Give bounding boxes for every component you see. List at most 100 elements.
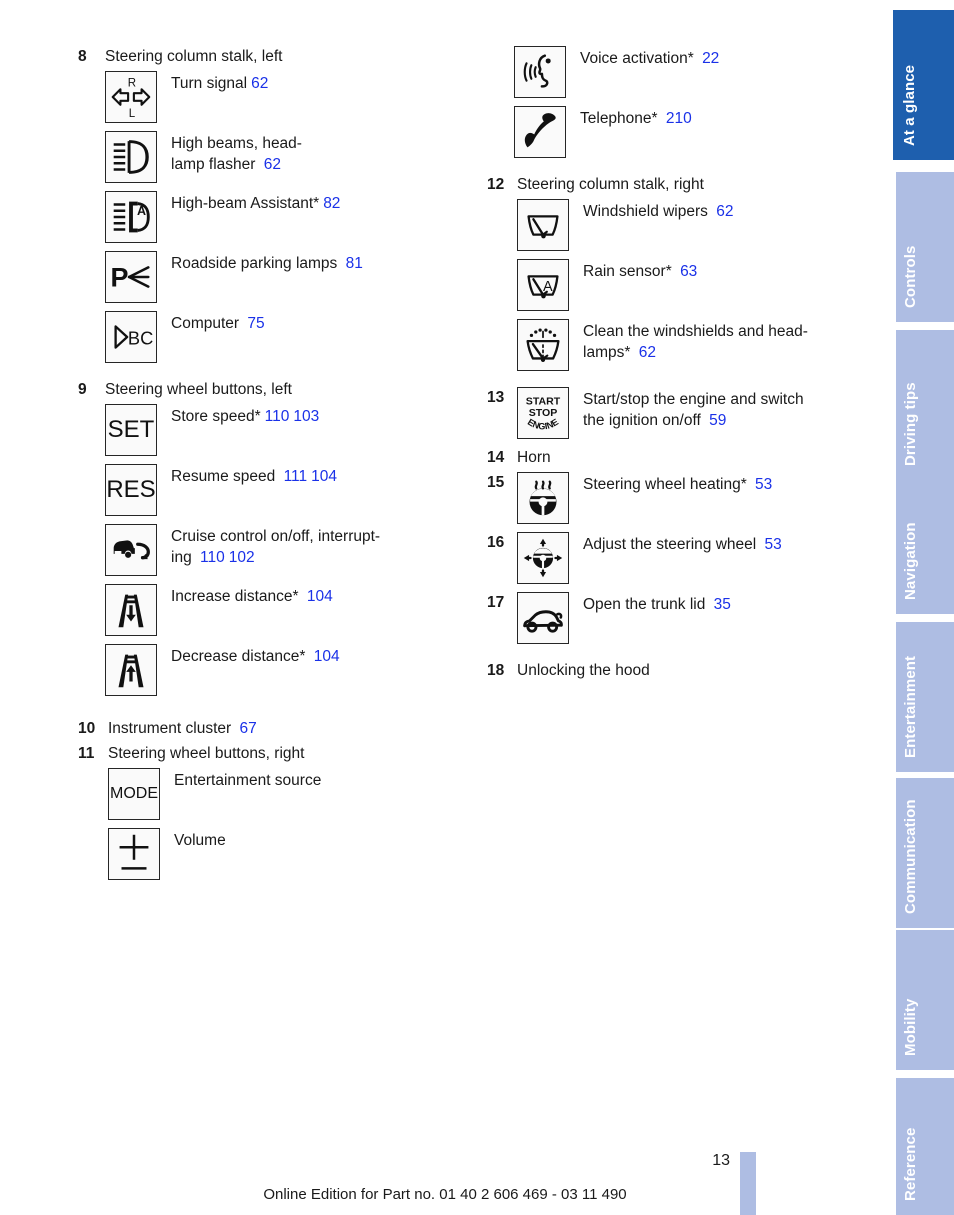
steering-wheel-heating-icon bbox=[517, 472, 569, 524]
label-text: Rain sensor* bbox=[583, 263, 672, 280]
windshield-wipers-icon bbox=[517, 199, 569, 251]
tab-entertainment[interactable]: Entertainment bbox=[896, 622, 954, 772]
tab-mobility[interactable]: Mobility bbox=[896, 930, 954, 1070]
page-reference[interactable]: 53 bbox=[765, 536, 782, 553]
svg-text:L: L bbox=[129, 108, 136, 120]
entry-label: Unlocking the hood bbox=[517, 662, 650, 679]
page-reference[interactable]: 102 bbox=[229, 549, 255, 566]
page-reference[interactable]: 63 bbox=[680, 263, 697, 280]
item-roadside-parking-lamps: P Roadside parking lamps 81 bbox=[105, 251, 478, 303]
mode-button-icon: MODE bbox=[108, 768, 160, 820]
item-store-speed: SET Store speed* 110 103 bbox=[105, 404, 478, 456]
tab-label: At a glance bbox=[900, 64, 918, 146]
page-reference[interactable]: 59 bbox=[709, 412, 726, 429]
tab-at-a-glance[interactable]: At a glance bbox=[893, 10, 954, 160]
item-label: High-beam Assistant* 82 bbox=[157, 191, 478, 214]
page-reference[interactable]: 53 bbox=[755, 476, 772, 493]
tab-label: Mobility bbox=[902, 998, 919, 1056]
page-reference[interactable]: 62 bbox=[251, 75, 268, 92]
entry-number: 14 bbox=[487, 449, 505, 466]
item-label: Cruise control on/off, interrupt-ing 110… bbox=[157, 524, 478, 568]
page-reference[interactable]: 35 bbox=[714, 596, 731, 613]
svg-text:R: R bbox=[128, 77, 136, 89]
page-reference[interactable]: 110 bbox=[200, 549, 225, 566]
item-rain-sensor: A Rain sensor* 63 bbox=[517, 259, 887, 311]
open-trunk-lid-icon bbox=[517, 592, 569, 644]
entry-steering-wheel-heating: 15 Steering wheel heating* 53 bbox=[487, 472, 887, 524]
page-reference[interactable]: 81 bbox=[346, 255, 363, 272]
item-high-beams: High beams, head-lamp flasher 62 bbox=[105, 131, 478, 183]
page-reference[interactable]: 210 bbox=[666, 110, 692, 127]
item-label: Telephone* 210 bbox=[566, 106, 887, 129]
mode-glyph: MODE bbox=[110, 785, 158, 802]
page-reference[interactable]: 22 bbox=[702, 50, 719, 67]
page-reference[interactable]: 82 bbox=[323, 195, 340, 212]
page-reference[interactable]: 104 bbox=[307, 588, 333, 605]
clean-windshield-headlamps-icon bbox=[517, 319, 569, 371]
item-label: Increase distance* 104 bbox=[157, 584, 478, 607]
onboard-computer-icon: BC bbox=[105, 311, 157, 363]
item-resume-speed: RES Resume speed 111 104 bbox=[105, 464, 478, 516]
group-number: 8 bbox=[78, 48, 87, 65]
adjust-steering-wheel-icon bbox=[517, 532, 569, 584]
label-text: Telephone* bbox=[580, 110, 658, 127]
high-beams-headlamp-flasher-icon bbox=[105, 131, 157, 183]
page-reference[interactable]: 62 bbox=[264, 156, 281, 173]
item-label: Open the trunk lid 35 bbox=[569, 592, 887, 615]
item-label: Turn signal 62 bbox=[157, 71, 478, 94]
page-reference[interactable]: 111 bbox=[284, 468, 308, 485]
page-reference[interactable]: 67 bbox=[240, 720, 257, 737]
tab-controls[interactable]: Controls bbox=[896, 172, 954, 322]
edition-notice: Online Edition for Part no. 01 40 2 606 … bbox=[263, 1186, 627, 1203]
item-clean-windshield-headlamps: Clean the windshields and head-lamps* 62 bbox=[517, 319, 887, 371]
label-text: Resume speed bbox=[171, 468, 276, 485]
turn-signal-icon: R L bbox=[105, 71, 157, 123]
page-reference[interactable]: 104 bbox=[314, 648, 340, 665]
label-text: Store speed* bbox=[171, 408, 261, 425]
page-reference[interactable]: 110 bbox=[265, 408, 290, 425]
label-text: High beams, head-lamp flasher bbox=[171, 135, 302, 173]
tab-driving-tips[interactable]: Driving tips bbox=[896, 330, 954, 480]
tab-communication[interactable]: Communication bbox=[896, 778, 954, 928]
svg-text:ENGINE: ENGINE bbox=[526, 417, 560, 432]
tab-label: Controls bbox=[902, 245, 919, 308]
tab-label: Communication bbox=[902, 799, 919, 914]
page-reference[interactable]: 103 bbox=[293, 408, 319, 425]
label-text: Open the trunk lid bbox=[583, 596, 706, 613]
label-text: High-beam Assistant* bbox=[171, 195, 320, 212]
page-reference[interactable]: 62 bbox=[639, 344, 656, 361]
entry-label: Horn bbox=[517, 449, 551, 466]
left-column: 8 Steering column stalk, left R L Turn s… bbox=[78, 46, 478, 888]
tab-reference[interactable]: Reference bbox=[896, 1078, 954, 1215]
item-increase-distance: Increase distance* 104 bbox=[105, 584, 478, 636]
set-glyph: SET bbox=[107, 416, 155, 443]
item-label: Resume speed 111 104 bbox=[157, 464, 478, 487]
group-title: Steering wheel buttons, left bbox=[105, 381, 292, 398]
right-column: Voice activation* 22 Telephone* 210 12 S… bbox=[487, 46, 887, 685]
group-heading-8: 8 Steering column stalk, left bbox=[78, 46, 478, 67]
entry-steering-wheel-buttons-right: 11 Steering wheel buttons, right bbox=[78, 743, 478, 764]
res-glyph: RES bbox=[106, 476, 156, 503]
page-reference[interactable]: 62 bbox=[716, 203, 733, 220]
set-button-icon: SET bbox=[105, 404, 157, 456]
svg-text:A: A bbox=[543, 279, 553, 295]
page-reference[interactable]: 75 bbox=[247, 315, 264, 332]
entry-label: Instrument cluster 67 bbox=[108, 718, 257, 739]
page-number: 13 bbox=[712, 1152, 730, 1169]
page-reference[interactable]: 104 bbox=[311, 468, 337, 485]
svg-text:P: P bbox=[110, 263, 128, 293]
item-label: Clean the windshields and head-lamps* 62 bbox=[569, 319, 887, 363]
tab-navigation[interactable]: Navigation bbox=[896, 468, 954, 614]
label-text: Instrument cluster bbox=[108, 720, 232, 737]
high-beam-assistant-icon: A bbox=[105, 191, 157, 243]
group-heading-12: 12 Steering column stalk, right bbox=[487, 174, 887, 195]
entry-open-trunk-lid: 17 Open the trunk lid 35 bbox=[487, 592, 887, 644]
group-title: Steering column stalk, right bbox=[517, 176, 704, 193]
group-number: 12 bbox=[487, 176, 505, 193]
item-label: Entertainment source bbox=[174, 772, 322, 789]
group-heading-9: 9 Steering wheel buttons, left bbox=[78, 379, 478, 400]
label-text: Turn signal bbox=[171, 75, 248, 92]
